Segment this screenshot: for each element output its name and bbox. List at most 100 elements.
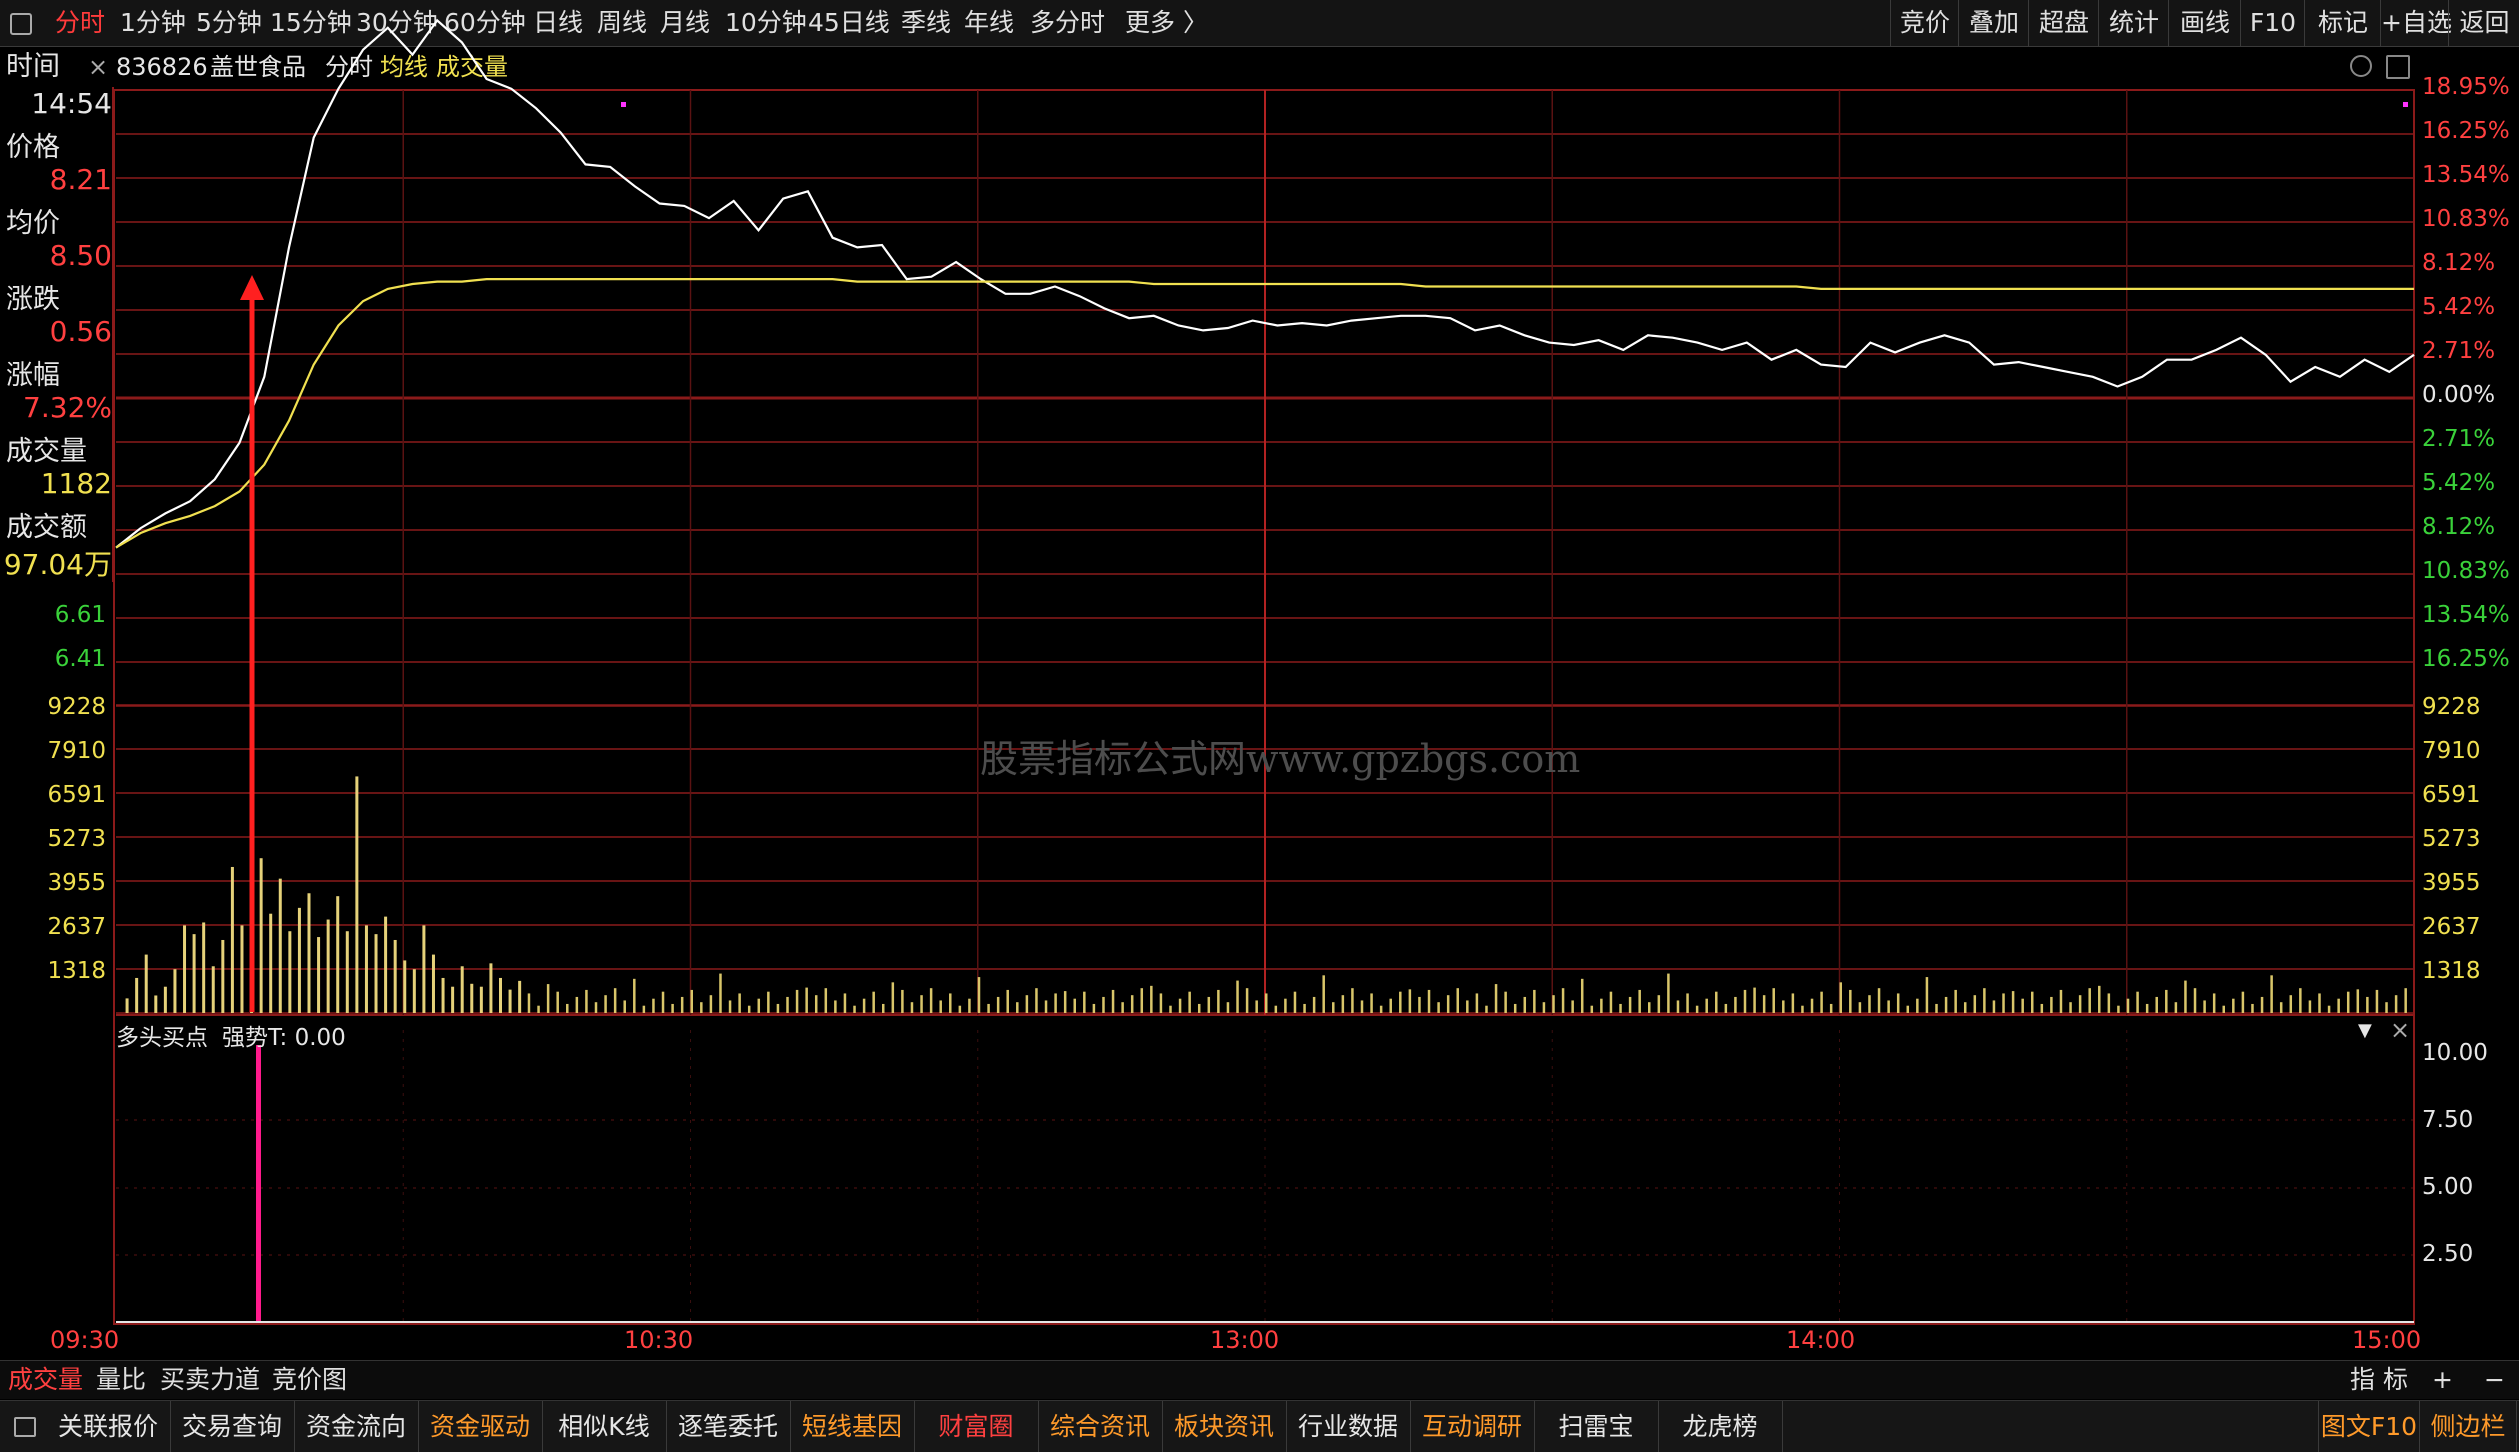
volume-bar [767,991,770,1013]
volume-bar [1035,988,1038,1013]
sub-tab-2[interactable]: 买卖力道 [160,1361,260,1399]
volume-bar [1963,1002,1967,1013]
right-axis-pct-4: 8.12% [2422,250,2496,276]
function-button-12[interactable]: 扫雷宝 [1534,1401,1659,1452]
volume-bar [1265,993,1268,1013]
volume-bar [1102,996,1105,1013]
volume-bar [1724,1003,1728,1013]
volume-bar [2318,993,2321,1013]
volume-bar [2117,1005,2120,1013]
function-button-9[interactable]: 板块资讯 [1162,1401,1287,1452]
function-right-0[interactable]: 图文F10 [2318,1401,2420,1452]
volume-bar [1379,1005,1383,1013]
function-button-5[interactable]: 逐笔委托 [666,1401,791,1452]
volume-bar [508,989,512,1013]
right-axis-pct-2: 13.54% [2422,162,2510,188]
volume-bar [1121,1002,1124,1013]
volume-bar [1188,991,1191,1013]
sub-tab-right-1[interactable]: + [2432,1361,2453,1399]
volume-bar [135,977,139,1013]
volume-bar [2299,988,2302,1013]
left-axis-price-2: 6.41 [54,646,106,672]
volume-bar [1533,989,1536,1013]
volume-bar [728,1000,732,1013]
right-axis-pct-5: 5.42% [2422,294,2496,320]
indicator-close-button[interactable]: × [2390,1016,2410,1044]
volume-bar [144,954,148,1013]
volume-bar [1542,1002,1546,1013]
volume-bar [1322,975,1325,1013]
volume-bar [1638,989,1641,1013]
volume-bar [1887,1000,1890,1013]
volume-bar [307,893,311,1013]
sub-tab-1[interactable]: 量比 [96,1361,146,1399]
volume-bar [1896,993,1900,1013]
sub-tab-0[interactable]: 成交量 [8,1361,83,1399]
right-axis-volume-2: 6591 [2422,782,2481,808]
sub-tab-right-0[interactable]: 指 标 [2350,1361,2408,1399]
volume-bar [2002,993,2005,1013]
volume-bar [2375,989,2379,1013]
volume-bar [537,1005,540,1013]
volume-bar [393,939,397,1013]
indicator-title: 多头买点 [116,1025,208,1051]
volume-bar [278,878,282,1013]
volume-bar [1858,1002,1862,1013]
sub-chart-tabs: 成交量 量比 买卖力道 竞价图 指 标 + − [0,1360,2519,1399]
function-button-8[interactable]: 综合资讯 [1038,1401,1163,1452]
volume-bar [1054,993,1057,1013]
volume-bar [2136,991,2139,1013]
volume-bar [1111,989,1115,1013]
volume-bar [2069,1002,2072,1013]
volume-bar [1686,993,1689,1013]
indicator-dropdown-icon[interactable]: ▼ [2358,1020,2372,1041]
function-button-1[interactable]: 交易查询 [170,1401,295,1452]
volume-bar [1992,1000,1996,1013]
volume-bar [882,1003,885,1013]
function-button-6[interactable]: 短线基因 [790,1401,915,1452]
volume-bar [546,984,550,1013]
right-axis-pct-3: 10.83% [2422,206,2510,232]
volume-bar [1169,1005,1172,1013]
volume-bar [642,1005,646,1013]
volume-bar [633,978,636,1013]
volume-bar [834,1000,837,1013]
function-right-1[interactable]: 侧边栏 [2420,1401,2517,1452]
volume-bar [891,982,895,1013]
volume-bar [470,983,474,1013]
right-axis-pct-0: 18.95% [2422,74,2510,100]
volume-bar [1667,973,1670,1013]
volume-bar [154,995,158,1013]
function-button-4[interactable]: 相似K线 [542,1401,667,1452]
volume-bar [1178,998,1182,1013]
function-button-13[interactable]: 龙虎榜 [1658,1401,1783,1452]
function-button-3[interactable]: 资金驱动 [418,1401,543,1452]
volume-bar [1734,996,1737,1013]
function-button-10[interactable]: 行业数据 [1286,1401,1411,1452]
volume-bar [795,989,799,1013]
volume-bar [1523,996,1527,1013]
function-button-7[interactable]: 财富圈 [914,1401,1039,1452]
volume-bar [1552,995,1555,1013]
sub-tab-right-2[interactable]: − [2484,1361,2505,1399]
volume-bar [163,986,167,1013]
volume-bar [2174,1002,2178,1013]
volume-bar [1044,1000,1048,1013]
function-menu-icon[interactable] [14,1417,36,1437]
function-button-0[interactable]: 关联报价 [46,1401,171,1452]
time-axis-4: 15:00 [2352,1326,2422,1354]
volume-bar [2270,975,2273,1013]
volume-bar [1628,996,1632,1013]
volume-bar [1466,1000,1469,1013]
volume-bar [2337,998,2340,1013]
intraday-chart[interactable] [0,0,2519,1360]
sub-tab-3[interactable]: 竞价图 [272,1361,347,1399]
volume-bar [1906,1005,1910,1013]
volume-bar [1772,988,1775,1013]
indicator-axis-1: 7.50 [2422,1107,2474,1133]
function-button-2[interactable]: 资金流向 [294,1401,419,1452]
volume-bar [518,980,522,1013]
function-button-11[interactable]: 互动调研 [1410,1401,1535,1452]
volume-bar [910,1002,914,1013]
volume-bar [1829,1003,1833,1013]
